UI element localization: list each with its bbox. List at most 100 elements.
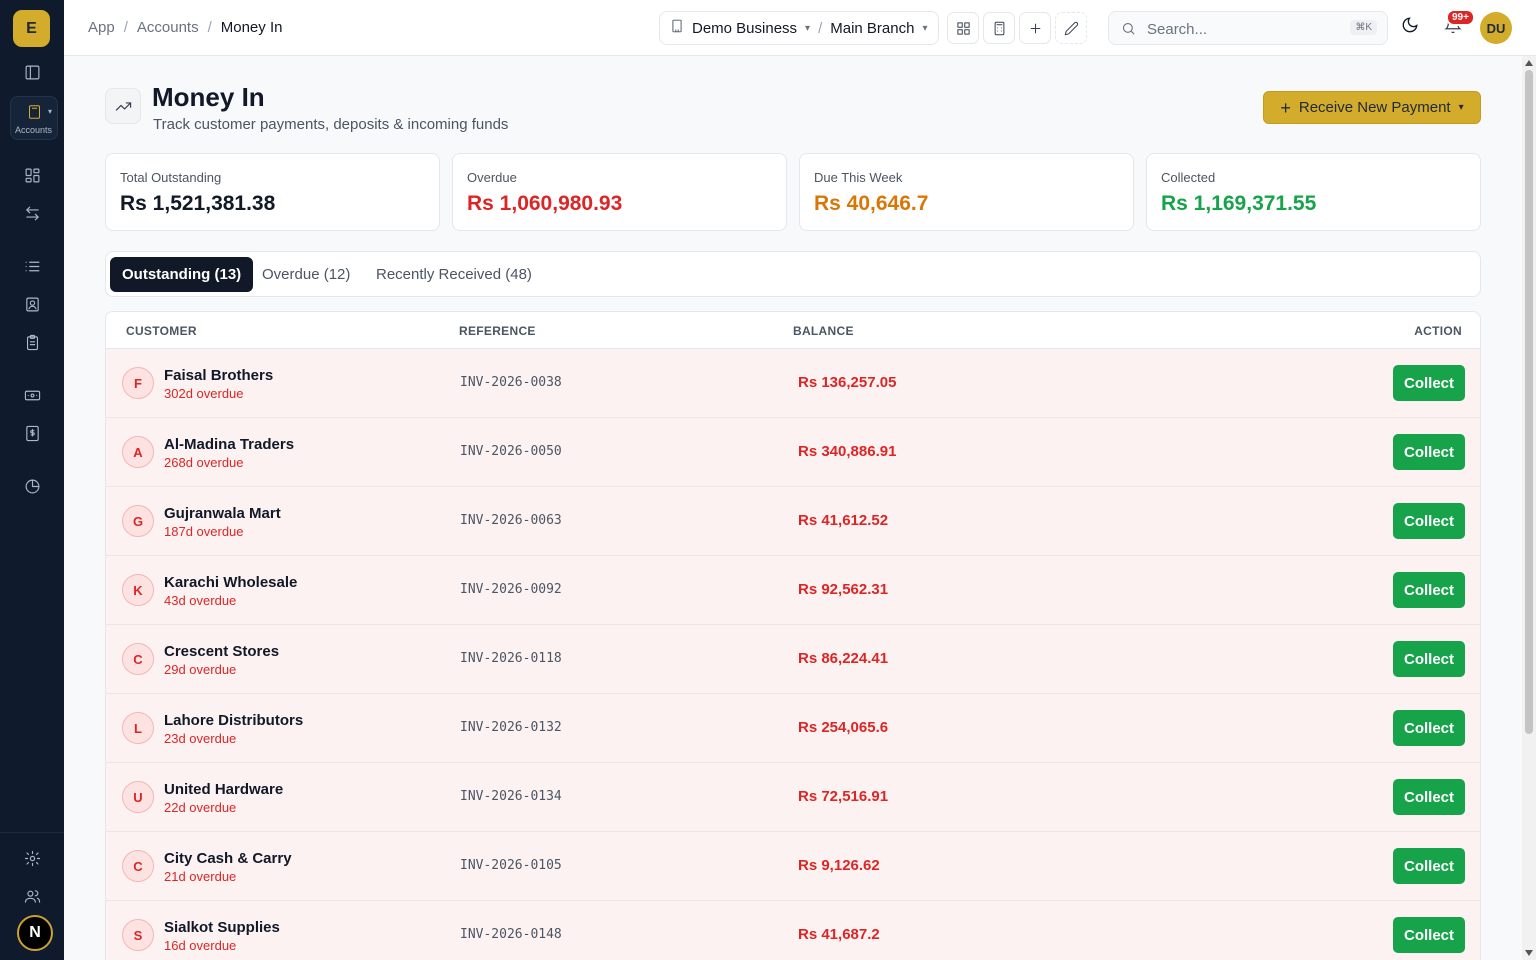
invoice-reference[interactable]: INV-2026-0038 xyxy=(460,375,562,390)
table-row[interactable]: F Faisal Brothers 302d overdue INV-2026-003… xyxy=(106,349,1480,418)
apps-grid-button[interactable] xyxy=(947,12,979,44)
stat-value: Rs 1,169,371.55 xyxy=(1161,192,1317,215)
table-row[interactable]: U United Hardware 22d overdue INV-2026-0134… xyxy=(106,763,1480,832)
search-box[interactable]: ⌘K xyxy=(1108,11,1388,45)
invoice-reference[interactable]: INV-2026-0134 xyxy=(460,789,562,804)
column-header-customer: CUSTOMER xyxy=(126,324,197,338)
customer-name[interactable]: United Hardware xyxy=(164,781,283,798)
dashboard-icon[interactable] xyxy=(20,163,44,187)
collect-button[interactable]: Collect xyxy=(1393,641,1465,677)
page-title: Money In xyxy=(152,82,265,112)
breadcrumb: App / Accounts / Money In xyxy=(88,19,282,36)
list-icon[interactable] xyxy=(20,254,44,278)
quick-add-button[interactable] xyxy=(1019,12,1051,44)
grid-icon xyxy=(956,21,970,35)
column-header-balance: BALANCE xyxy=(793,324,854,338)
customer-avatar: A xyxy=(122,436,154,468)
collect-button[interactable]: Collect xyxy=(1393,572,1465,608)
search-input[interactable] xyxy=(1147,18,1337,40)
calculator-icon xyxy=(994,21,1004,35)
customer-avatar: K xyxy=(122,574,154,606)
receive-new-payment-button[interactable]: + Receive New Payment ▾ xyxy=(1263,91,1481,124)
stat-value: Rs 40,646.7 xyxy=(814,192,929,215)
tab-bar: Outstanding (13) Overdue (12) Recently R… xyxy=(105,251,1481,297)
scroll-thumb[interactable] xyxy=(1525,70,1533,734)
building-icon xyxy=(670,19,684,37)
tab-outstanding[interactable]: Outstanding (13) xyxy=(110,257,254,292)
stat-label: Total Outstanding xyxy=(120,170,222,185)
sidebar-toggle-icon[interactable] xyxy=(20,60,44,84)
invoice-reference[interactable]: INV-2026-0148 xyxy=(460,927,562,942)
invoice-reference[interactable]: INV-2026-0063 xyxy=(460,513,562,528)
calculator-button[interactable] xyxy=(983,12,1015,44)
users-icon[interactable] xyxy=(20,884,44,908)
breadcrumb-separator: / xyxy=(123,19,128,36)
tab-recently-received[interactable]: Recently Received (48) xyxy=(364,257,544,292)
invoice-reference[interactable]: INV-2026-0118 xyxy=(460,651,562,666)
table-row[interactable]: A Al-Madina Traders 268d overdue INV-2026-0… xyxy=(106,418,1480,487)
customer-name[interactable]: Al-Madina Traders xyxy=(164,436,294,453)
table-row[interactable]: L Lahore Distributors 23d overdue INV-2026-… xyxy=(106,694,1480,763)
top-header: App / Accounts / Money In Demo Business … xyxy=(64,0,1536,56)
pie-chart-icon[interactable] xyxy=(20,474,44,498)
clipboard-icon[interactable] xyxy=(20,330,44,354)
receive-new-payment-label: Receive New Payment xyxy=(1298,99,1451,116)
collect-button[interactable]: Collect xyxy=(1393,779,1465,815)
notification-badge: 99+ xyxy=(1446,9,1475,26)
settings-icon[interactable] xyxy=(20,846,44,870)
business-name[interactable]: Demo Business xyxy=(692,20,797,37)
transfer-icon[interactable] xyxy=(20,201,44,225)
customer-name[interactable]: Crescent Stores xyxy=(164,643,279,660)
invoice-reference[interactable]: INV-2026-0050 xyxy=(460,444,562,459)
overdue-days: 29d overdue xyxy=(164,662,237,677)
customer-avatar: S xyxy=(122,919,154,951)
stat-card-collected: Collected Rs 1,169,371.55 xyxy=(1146,153,1481,231)
chevron-down-icon: ▾ xyxy=(922,22,928,34)
invoice-reference[interactable]: INV-2026-0092 xyxy=(460,582,562,597)
customer-name[interactable]: Gujranwala Mart xyxy=(164,505,281,522)
module-switcher[interactable]: ▾ Accounts xyxy=(10,96,58,140)
collect-button[interactable]: Collect xyxy=(1393,917,1465,953)
scroll-up-arrow[interactable] xyxy=(1525,60,1533,66)
collect-button[interactable]: Collect xyxy=(1393,710,1465,746)
scroll-down-arrow[interactable] xyxy=(1525,950,1533,956)
branch-name[interactable]: Main Branch xyxy=(830,20,914,37)
customer-name[interactable]: City Cash & Carry xyxy=(164,850,292,867)
table-row[interactable]: G Gujranwala Mart 187d overdue INV-2026-006… xyxy=(106,487,1480,556)
customer-avatar: L xyxy=(122,712,154,744)
customer-name[interactable]: Faisal Brothers xyxy=(164,367,273,384)
balance-amount: Rs 92,562.31 xyxy=(798,581,889,598)
app-logo[interactable]: E xyxy=(13,10,50,47)
table-row[interactable]: S Sialkot Supplies 16d overdue INV-2026-014… xyxy=(106,901,1480,960)
breadcrumb-item[interactable]: Accounts xyxy=(137,19,199,36)
plus-icon: + xyxy=(1280,97,1291,118)
edit-button[interactable] xyxy=(1055,12,1087,44)
customer-name[interactable]: Karachi Wholesale xyxy=(164,574,297,591)
business-branch-selector[interactable]: Demo Business ▾ / Main Branch ▾ xyxy=(659,11,939,45)
avatar[interactable]: DU xyxy=(1480,12,1512,44)
table-header: CUSTOMER REFERENCE BALANCE ACTION xyxy=(106,312,1480,349)
page-scrollbar[interactable] xyxy=(1522,56,1536,960)
invoice-reference[interactable]: INV-2026-0105 xyxy=(460,858,562,873)
collect-button[interactable]: Collect xyxy=(1393,503,1465,539)
breadcrumb-current: Money In xyxy=(220,19,283,36)
customer-name[interactable]: Lahore Distributors xyxy=(164,712,303,729)
table-row[interactable]: K Karachi Wholesale 43d overdue INV-2026-00… xyxy=(106,556,1480,625)
customer-name[interactable]: Sialkot Supplies xyxy=(164,919,280,936)
tab-overdue[interactable]: Overdue (12) xyxy=(250,257,362,292)
banknote-icon[interactable] xyxy=(20,383,44,407)
overdue-days: 22d overdue xyxy=(164,800,237,815)
receipt-icon[interactable] xyxy=(20,421,44,445)
theme-toggle-button[interactable] xyxy=(1401,16,1425,40)
invoice-reference[interactable]: INV-2026-0132 xyxy=(460,720,562,735)
contacts-icon[interactable] xyxy=(20,292,44,316)
collect-button[interactable]: Collect xyxy=(1393,848,1465,884)
table-row[interactable]: C Crescent Stores 29d overdue INV-2026-0118… xyxy=(106,625,1480,694)
balance-amount: Rs 254,065.6 xyxy=(798,719,889,736)
column-header-action: ACTION xyxy=(1414,324,1462,338)
collect-button[interactable]: Collect xyxy=(1393,434,1465,470)
collect-button[interactable]: Collect xyxy=(1393,365,1465,401)
user-menu-avatar[interactable]: N xyxy=(17,915,53,951)
breadcrumb-item[interactable]: App xyxy=(88,19,115,36)
table-row[interactable]: C City Cash & Carry 21d overdue INV-2026-01… xyxy=(106,832,1480,901)
